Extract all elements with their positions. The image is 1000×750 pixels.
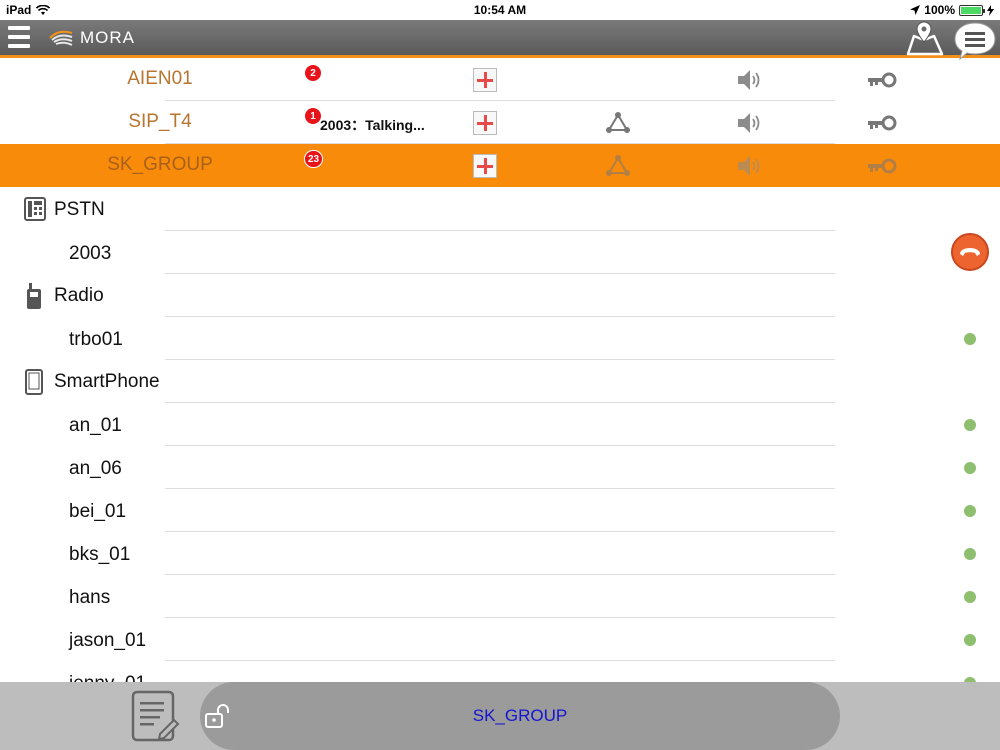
group-row-aien01[interactable]: AIEN01 2 bbox=[0, 58, 1000, 101]
online-status-dot bbox=[964, 634, 976, 646]
online-status-dot bbox=[964, 333, 976, 345]
key-icon[interactable] bbox=[866, 157, 898, 175]
app-name: MORA bbox=[80, 28, 135, 47]
online-status-dot bbox=[964, 505, 976, 517]
medical-cross-icon[interactable] bbox=[473, 111, 497, 135]
member-name: an_01 bbox=[69, 415, 122, 436]
map-icon[interactable] bbox=[904, 20, 946, 56]
key-icon[interactable] bbox=[866, 71, 898, 89]
category-pstn: PSTN bbox=[0, 188, 1000, 231]
category-smartphone: SmartPhone bbox=[0, 360, 1000, 403]
list-item[interactable]: bei_01 bbox=[0, 489, 1000, 532]
hangup-phone-icon bbox=[960, 248, 980, 256]
current-group-label[interactable]: SK_GROUP bbox=[200, 706, 840, 726]
online-status-dot bbox=[964, 462, 976, 474]
desk-phone-icon bbox=[24, 197, 46, 221]
hangup-button[interactable] bbox=[951, 233, 989, 271]
battery-icon bbox=[959, 4, 985, 16]
online-status-dot bbox=[964, 591, 976, 603]
key-icon[interactable] bbox=[866, 114, 898, 132]
unread-badge: 23 bbox=[304, 150, 324, 168]
hamburger-menu-icon[interactable] bbox=[8, 26, 30, 50]
list-item[interactable]: hans bbox=[0, 575, 1000, 618]
bottom-bar: SK_GROUP bbox=[0, 682, 1000, 750]
group-name: SIP_T4 bbox=[128, 111, 192, 132]
category-radio: Radio bbox=[0, 274, 1000, 317]
app-logo: MORA bbox=[48, 28, 135, 48]
chat-menu-icon[interactable] bbox=[952, 20, 998, 62]
group-name: SK_GROUP bbox=[107, 154, 213, 175]
status-bar: iPad 10:54 AM 100% bbox=[0, 0, 1000, 20]
speaker-icon[interactable] bbox=[736, 111, 764, 135]
category-label: SmartPhone bbox=[54, 371, 160, 392]
member-name: an_06 bbox=[69, 458, 122, 479]
member-name: bks_01 bbox=[69, 544, 131, 565]
list-item[interactable]: an_01 bbox=[0, 403, 1000, 446]
battery-percent: 100% bbox=[924, 3, 955, 17]
online-status-dot bbox=[964, 548, 976, 560]
medical-cross-icon[interactable] bbox=[473, 154, 497, 178]
member-name: bei_01 bbox=[69, 501, 127, 522]
charging-bolt-icon bbox=[987, 4, 994, 16]
list-item[interactable]: 2003 bbox=[0, 231, 1000, 274]
member-name: 2003 bbox=[69, 243, 112, 264]
app-header: MORA bbox=[0, 20, 1000, 61]
list-item[interactable]: trbo01 bbox=[0, 317, 1000, 360]
online-status-dot bbox=[964, 419, 976, 431]
category-label: PSTN bbox=[54, 199, 105, 220]
smartphone-icon bbox=[25, 369, 43, 395]
list-item[interactable]: bks_01 bbox=[0, 532, 1000, 575]
notes-edit-icon[interactable] bbox=[130, 690, 180, 742]
group-call-icon[interactable] bbox=[605, 111, 631, 135]
category-label: Radio bbox=[54, 285, 104, 306]
radio-walkie-icon bbox=[27, 283, 41, 309]
clock: 10:54 AM bbox=[473, 3, 527, 17]
group-name: AIEN01 bbox=[127, 68, 193, 89]
unread-badge: 2 bbox=[304, 64, 322, 82]
list-item[interactable]: an_06 bbox=[0, 446, 1000, 489]
group-row-sk-group[interactable]: SK_GROUP 23 bbox=[0, 144, 1000, 187]
medical-cross-icon[interactable] bbox=[473, 68, 497, 92]
member-name: hans bbox=[69, 587, 111, 608]
call-status: 2003：Talking... bbox=[320, 117, 425, 133]
group-call-icon[interactable] bbox=[605, 154, 631, 178]
speaker-icon[interactable] bbox=[736, 68, 764, 92]
list-item[interactable]: jason_01 bbox=[0, 618, 1000, 661]
member-name: jason_01 bbox=[69, 630, 147, 651]
group-row-sip-t4[interactable]: SIP_T4 1 2003：Talking... bbox=[0, 101, 1000, 144]
mora-logo-icon bbox=[49, 30, 73, 46]
location-arrow-icon bbox=[910, 5, 921, 15]
speaker-icon[interactable] bbox=[736, 154, 764, 178]
member-name: trbo01 bbox=[69, 329, 123, 350]
